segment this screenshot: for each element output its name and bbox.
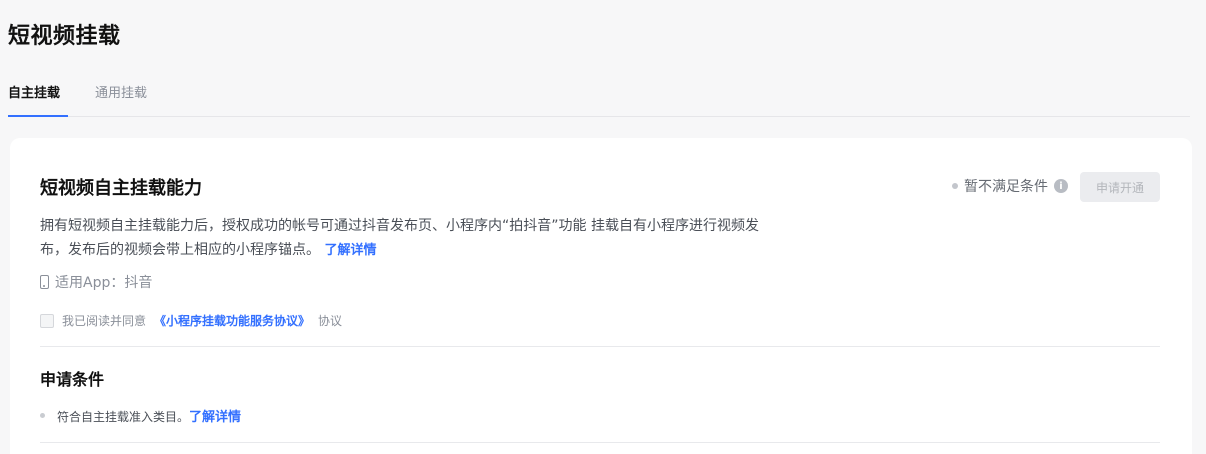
description-text: 拥有短视频自主挂载能力后，授权成功的帐号可通过抖音发布页、小程序内“拍抖音”功能… <box>40 218 759 258</box>
agreement-prefix: 我已阅读并同意 <box>62 314 147 328</box>
active-tab-indicator <box>8 115 68 117</box>
status-text: 暂不满足条件 <box>964 179 1048 195</box>
divider <box>40 346 1160 347</box>
info-icon[interactable]: i <box>1054 179 1068 193</box>
status-dot-icon <box>952 183 958 189</box>
tab-bar: 自主挂载 通用挂载 <box>8 74 1190 117</box>
condition-item: 符合自主挂载准入类目。了解详情 <box>40 406 241 425</box>
learn-more-link[interactable]: 了解详情 <box>324 243 376 258</box>
app-label: 适用App：抖音 <box>55 275 153 291</box>
capability-card: 短视频自主挂载能力 暂不满足条件 i 申请开通 拥有短视频自主挂载能力后，授权成… <box>10 138 1192 454</box>
condition-learn-more-link[interactable]: 了解详情 <box>189 410 241 425</box>
phone-icon <box>40 275 49 289</box>
apply-button[interactable]: 申请开通 <box>1080 172 1160 202</box>
page-title: 短视频挂载 <box>8 24 121 49</box>
applicable-app: 适用App：抖音 <box>40 272 152 292</box>
page-root: 短视频挂载 自主挂载 通用挂载 短视频自主挂载能力 暂不满足条件 i 申请开通 … <box>0 0 1206 454</box>
card-description: 拥有短视频自主挂载能力后，授权成功的帐号可通过抖音发布页、小程序内“拍抖音”功能… <box>40 214 780 263</box>
tab-general-mount[interactable]: 通用挂载 <box>95 82 147 101</box>
divider <box>40 442 1160 443</box>
card-title: 短视频自主挂载能力 <box>40 178 202 199</box>
agreement-suffix: 协议 <box>318 314 343 328</box>
agreement-link[interactable]: 《小程序挂载功能服务协议》 <box>154 312 310 329</box>
agreement-row: 我已阅读并同意 《小程序挂载功能服务协议》 协议 <box>40 312 342 329</box>
status-indicator: 暂不满足条件 i <box>952 176 1068 196</box>
conditions-title: 申请条件 <box>40 370 105 389</box>
agreement-checkbox[interactable] <box>40 313 54 328</box>
bullet-icon <box>40 413 45 418</box>
tab-self-mount[interactable]: 自主挂载 <box>8 82 60 101</box>
condition-text: 符合自主挂载准入类目。 <box>57 410 190 424</box>
